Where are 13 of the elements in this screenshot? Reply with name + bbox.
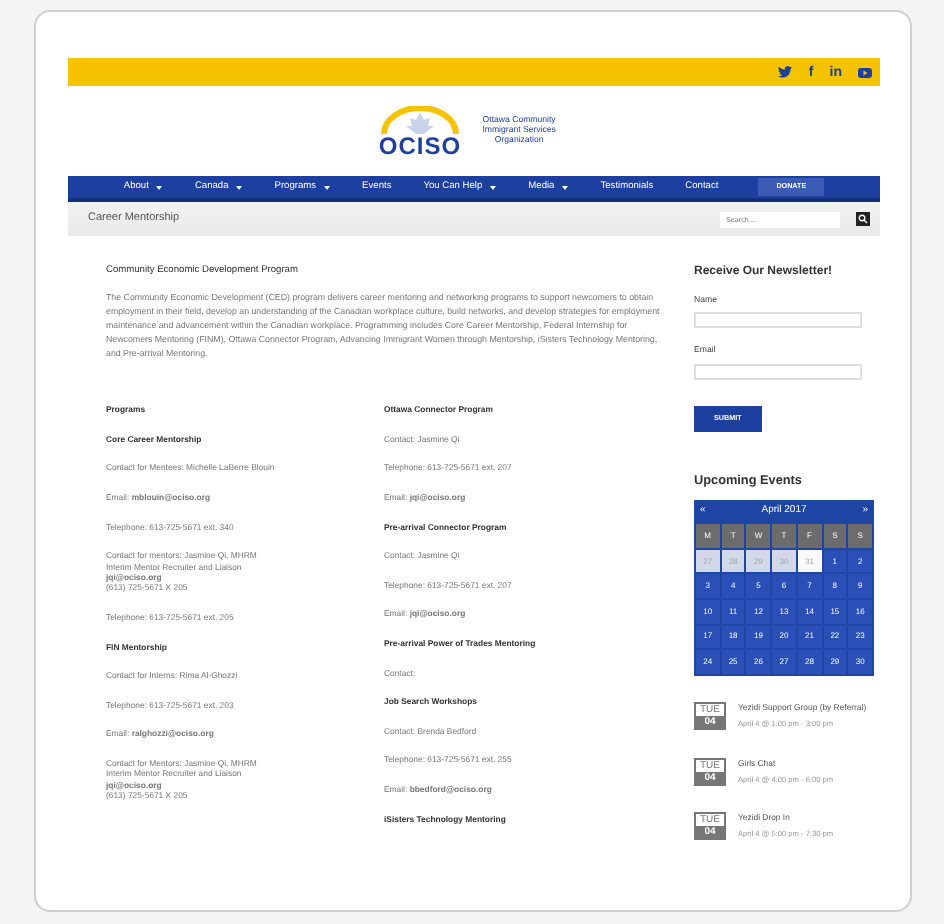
- caret-icon[interactable]: [562, 185, 569, 189]
- caret-icon[interactable]: [156, 185, 163, 189]
- logo-wordmark: OCISO: [378, 133, 462, 157]
- input-field[interactable]: [694, 363, 862, 380]
- search-icon: [858, 214, 868, 224]
- play-icon[interactable]: [858, 67, 872, 77]
- caret-icon[interactable]: [236, 185, 243, 189]
- bird-icon[interactable]: [778, 66, 793, 78]
- search-button[interactable]: [856, 212, 870, 226]
- maple-arc-icon: [379, 105, 460, 133]
- caret-icon[interactable]: [324, 185, 331, 189]
- caret-icon[interactable]: [490, 185, 497, 189]
- input-field[interactable]: [694, 312, 862, 329]
